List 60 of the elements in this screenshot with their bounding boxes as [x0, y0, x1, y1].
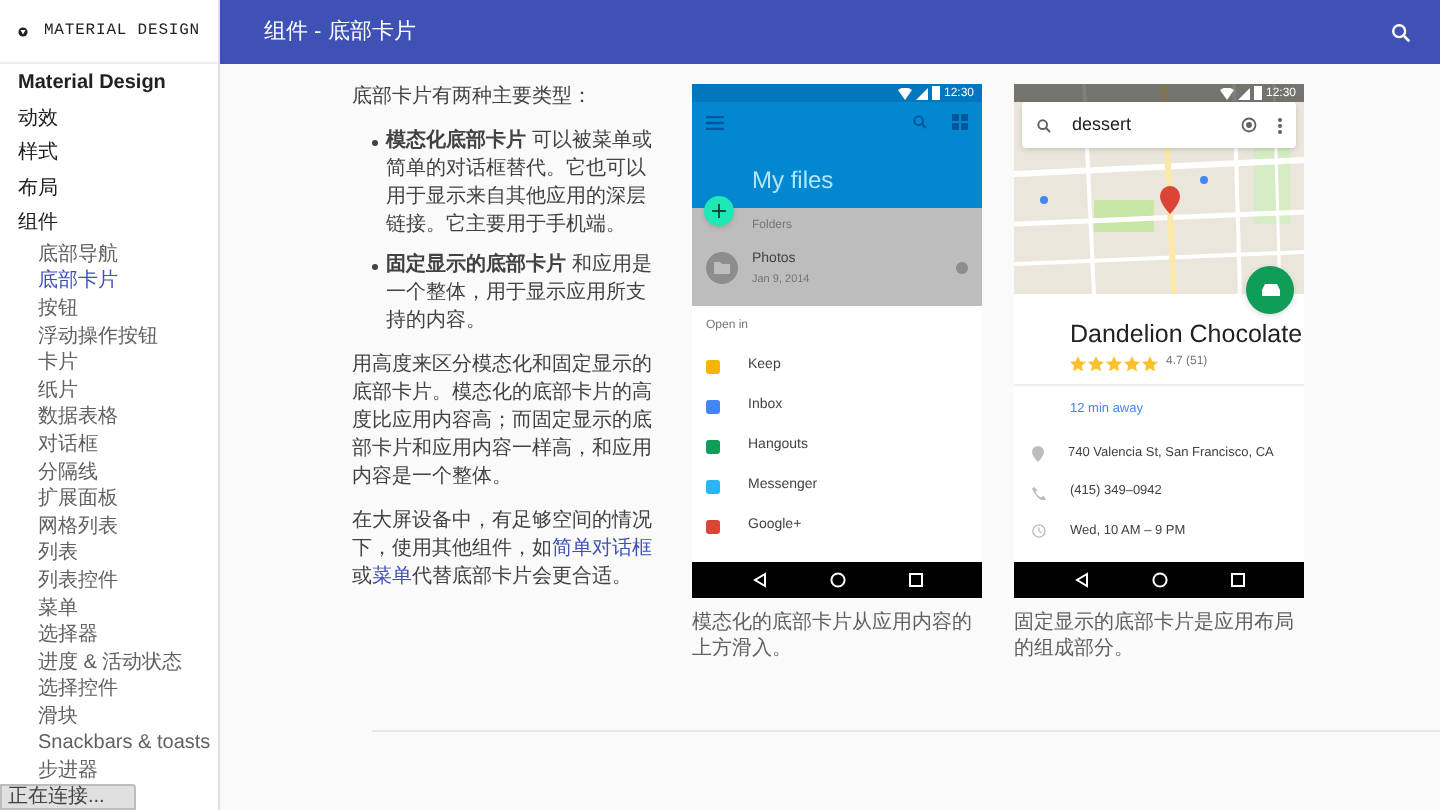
- nav-item[interactable]: 动效: [0, 101, 218, 136]
- nav-subitem[interactable]: 底部卡片: [0, 268, 218, 296]
- battery-icon: [931, 86, 940, 100]
- nav-subitem[interactable]: 底部导航: [0, 241, 218, 269]
- home-icon[interactable]: [829, 572, 845, 588]
- place-name: Dandelion Chocolate: [1070, 318, 1304, 350]
- home-icon[interactable]: [1151, 572, 1167, 588]
- nav-subitem[interactable]: 滑块: [0, 703, 218, 731]
- nav-subitem[interactable]: 列表控件: [0, 567, 218, 595]
- intro-text: 底部卡片有两种主要类型：: [352, 84, 594, 112]
- nav-subitem[interactable]: 菜单: [0, 594, 218, 622]
- search-icon[interactable]: [1390, 21, 1412, 43]
- back-icon[interactable]: [751, 572, 767, 588]
- nav-subitem[interactable]: Snackbars & toasts: [0, 730, 218, 758]
- link[interactable]: 简单对话框: [552, 538, 652, 560]
- nav-subitem[interactable]: 进度 & 活动状态: [0, 648, 218, 676]
- search-icon: [1036, 117, 1052, 133]
- car-icon: [1261, 282, 1279, 298]
- link[interactable]: 菜单: [372, 566, 412, 588]
- nav-subitem[interactable]: 扩展面板: [0, 485, 218, 513]
- nav-subitem[interactable]: 按钮: [0, 295, 218, 323]
- figure-caption: 模态化的底部卡片从应用内容的上方滑入。: [692, 610, 974, 662]
- wifi-icon: [897, 87, 912, 99]
- nav-subitem[interactable]: 选择器: [0, 621, 218, 649]
- battery-icon: [1253, 86, 1262, 100]
- nav-subitem[interactable]: 数据表格: [0, 404, 218, 432]
- nav-subitem[interactable]: 卡片: [0, 349, 218, 377]
- nav-subitem[interactable]: 网格列表: [0, 512, 218, 541]
- figure-caption: 固定显示的底部卡片是应用布局的组成部分。: [1014, 610, 1296, 662]
- folder-icon: [706, 252, 738, 285]
- back-icon[interactable]: [1073, 572, 1089, 588]
- phone-icon: [1032, 485, 1046, 499]
- browser-status-text: 正在连接...: [0, 784, 136, 810]
- nav-item[interactable]: 布局: [0, 171, 218, 206]
- search-field[interactable]: dessert: [1022, 102, 1296, 148]
- wifi-icon: [1219, 87, 1234, 99]
- note-text: 在大屏设备中，有足够空间的情况下，使用其他组件，如简单对话框 或菜单代替底部卡片会更合适。: [352, 508, 654, 592]
- logo-text: MATERIAL DESIGN: [43, 19, 200, 43]
- nav-item[interactable]: Material Design: [0, 66, 218, 101]
- nav-subitem[interactable]: 列表: [0, 540, 218, 568]
- search-value: dessert: [1072, 111, 1134, 138]
- recents-icon[interactable]: [1229, 572, 1245, 588]
- bullet-text: 模态化底部卡片 可以被菜单或简单的对话框替代。它也可以用于显示来自其他应用的深层链接。它主要用于手机端。: [386, 128, 654, 240]
- nav-subitem[interactable]: 浮动操作按钮: [0, 322, 218, 350]
- screen-title: My files: [750, 168, 836, 192]
- nav-subitem[interactable]: 分隔线: [0, 458, 218, 486]
- nav-item[interactable]: 组件: [0, 206, 218, 241]
- nav-subitem[interactable]: 选择控件: [0, 676, 218, 704]
- nav-item[interactable]: 样式: [0, 136, 218, 171]
- nav-subitem[interactable]: 纸片: [0, 376, 218, 405]
- clock-icon: [1032, 524, 1046, 538]
- paragraph-text: 用高度来区分模态化和固定显示的底部卡片。模态化的底部卡片的高度比应用内容高；而固定显示的底部卡片和应用内容一样高，和应用内容是一个整体。: [352, 352, 654, 492]
- pin-icon: [1032, 445, 1044, 461]
- nav-subitem[interactable]: 步进器: [0, 757, 218, 785]
- recents-icon[interactable]: [907, 572, 923, 588]
- plus-icon: [712, 204, 726, 218]
- nav-subitem[interactable]: 对话框: [0, 431, 218, 459]
- page-title: 组件 - 底部卡片: [264, 17, 416, 48]
- location-icon[interactable]: [1240, 116, 1258, 134]
- bullet-text: 固定显示的底部卡片 和应用是一个整体，用于显示应用所支持的内容。: [386, 252, 654, 336]
